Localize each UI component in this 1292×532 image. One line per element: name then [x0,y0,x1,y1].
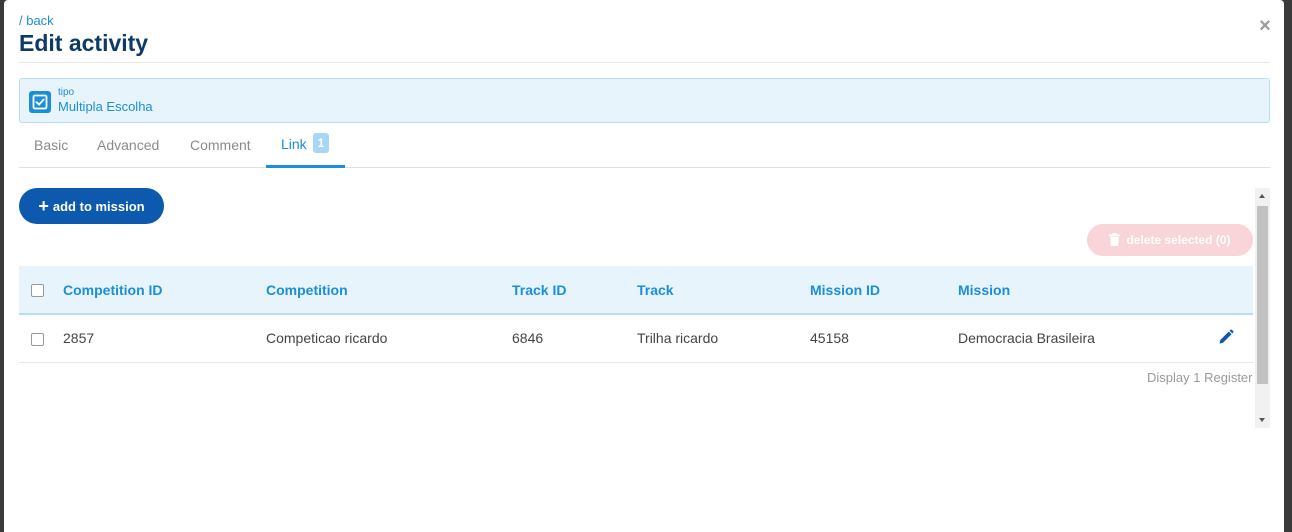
type-info-box: tipo Multipla Escolha [19,78,1270,123]
pencil-icon[interactable] [1218,329,1234,348]
plus-icon: + [38,196,49,216]
tab-comment[interactable]: Comment [190,137,251,153]
col-track[interactable]: Track [637,266,810,314]
tab-advanced[interactable]: Advanced [97,137,159,153]
trash-icon [1109,233,1121,246]
type-value: Multipla Escolha [58,99,153,114]
col-track-id[interactable]: Track ID [512,266,637,314]
header-divider [19,62,1270,63]
row-select-cell [19,314,63,362]
tab-link-badge: 1 [313,133,329,153]
scroll-up-arrow-icon[interactable] [1255,188,1270,205]
col-mission-id[interactable]: Mission ID [810,266,958,314]
vertical-scrollbar[interactable] [1255,188,1270,428]
cell-competition: Competicao ricardo [266,330,388,347]
close-icon[interactable]: × [1256,16,1274,36]
col-competition-id[interactable]: Competition ID [63,266,266,314]
tab-basic[interactable]: Basic [34,137,68,153]
register-count: Display 1 Register [1147,370,1253,385]
back-link[interactable]: / back [19,13,54,28]
cell-competition-id: 2857 [63,330,95,347]
col-competition[interactable]: Competition [266,266,512,314]
col-actions [1218,266,1253,314]
row-actions-cell [1218,314,1253,362]
links-table: Competition ID Competition Track ID Trac… [19,266,1253,363]
add-to-mission-label: add to mission [52,199,145,214]
active-tab-indicator [266,165,345,168]
scrollbar-thumb[interactable] [1257,206,1268,384]
col-mission[interactable]: Mission [958,266,1218,314]
table-row: 2857 Competicao ricardo 6846 Trilha rica… [19,314,1253,362]
link-tab-content: + add to mission delete selected (0) Com… [19,188,1270,428]
select-all-cell [19,266,63,314]
scroll-down-arrow-icon[interactable] [1255,411,1270,428]
row-checkbox[interactable] [31,333,44,347]
select-all-checkbox[interactable] [31,284,44,298]
tab-bar: Basic Advanced Comment Link 1 [19,125,1270,168]
delete-selected-label: delete selected (0) [1126,233,1231,247]
cell-track: Trilha ricardo [637,330,719,347]
cell-mission: Democracia Brasileira [958,330,1095,347]
page-title: Edit activity [19,30,149,56]
tab-link[interactable]: Link 1 [281,133,329,153]
type-label: tipo [58,87,75,98]
edit-activity-modal: / back Edit activity × tipo Multipla Esc… [4,0,1284,532]
tab-link-label: Link [281,136,307,152]
add-to-mission-button[interactable]: + add to mission [19,188,164,224]
table-header-row: Competition ID Competition Track ID Trac… [19,266,1253,314]
cell-mission-id: 45158 [810,330,849,347]
cell-track-id: 6846 [512,330,544,347]
delete-selected-button[interactable]: delete selected (0) [1087,224,1253,256]
checkbox-icon [29,91,51,113]
